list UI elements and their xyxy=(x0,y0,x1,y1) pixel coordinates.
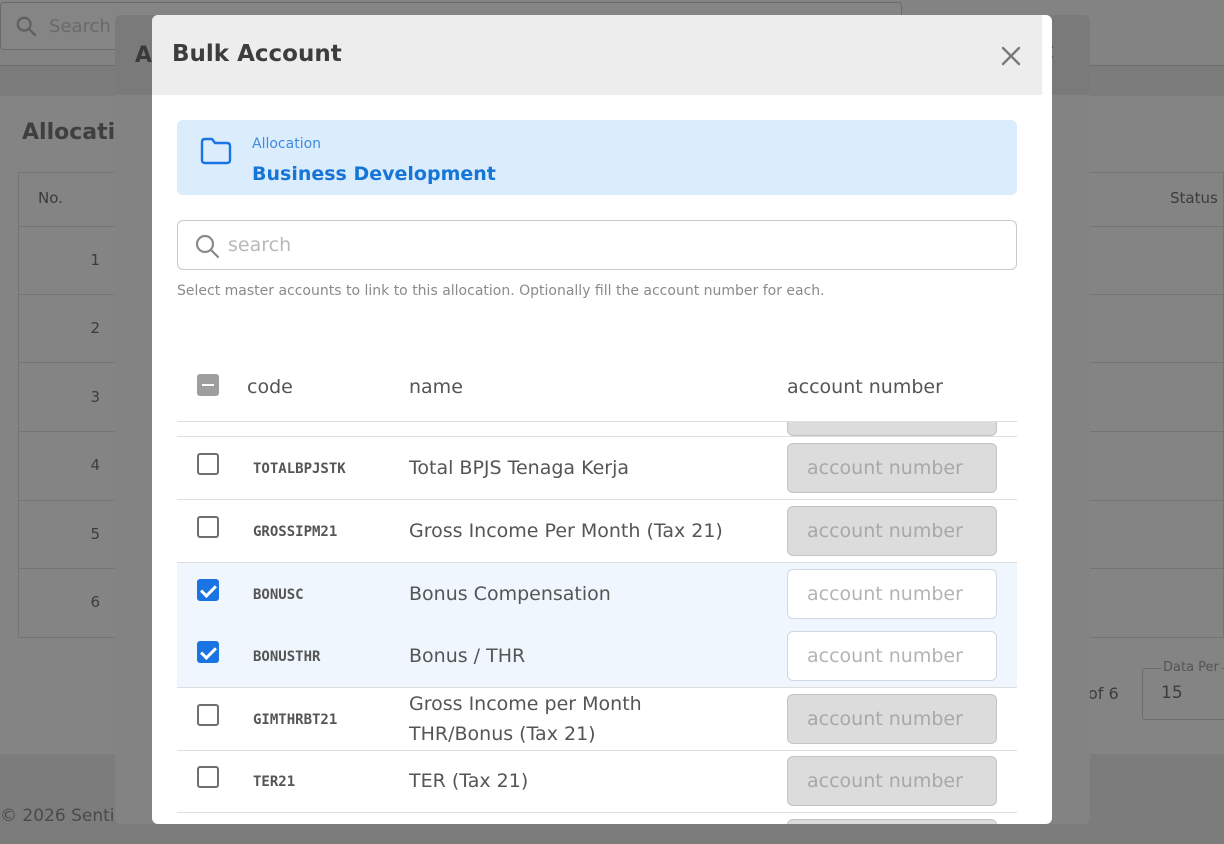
folder-icon xyxy=(200,137,232,165)
column-header-name: name xyxy=(409,376,463,398)
underlying-modal-title: A xyxy=(135,43,153,68)
row-checkbox[interactable] xyxy=(197,453,219,475)
per-page-label: Data Per xyxy=(1161,660,1221,675)
account-number-input[interactable] xyxy=(787,631,997,681)
account-code: BONUSC xyxy=(253,587,304,603)
account-code: BONUSTHR xyxy=(253,649,321,665)
account-number-input[interactable] xyxy=(787,569,997,619)
row-number: 3 xyxy=(90,388,100,406)
account-number-input[interactable] xyxy=(787,443,997,493)
row-number: 6 xyxy=(90,593,100,611)
account-code: GROSSIPM21 xyxy=(253,524,338,540)
helper-text: Select master accounts to link to this a… xyxy=(177,283,825,299)
row-number: 5 xyxy=(90,525,100,543)
column-header-account-number: account number xyxy=(787,376,943,398)
table-row[interactable]: GROSSIPM21 Gross Income Per Month (Tax 2… xyxy=(177,500,1017,563)
table-row[interactable]: BONUSTHR Bonus / THR xyxy=(177,625,1017,688)
row-number: 2 xyxy=(90,319,100,337)
select-all-checkbox[interactable] xyxy=(197,374,219,396)
close-button[interactable] xyxy=(996,41,1026,71)
pagination-text: of 6 xyxy=(1088,684,1119,703)
account-name: Bonus / THR xyxy=(409,645,526,667)
account-code: TER21 xyxy=(253,774,296,790)
table-row xyxy=(177,813,1017,824)
account-name: Total BPJS Tenaga Kerja xyxy=(409,457,630,479)
search-icon xyxy=(16,16,37,37)
allocation-value: Business Development xyxy=(252,163,496,185)
per-page-value: 15 xyxy=(1161,683,1183,703)
account-code: TOTALBPJSTK xyxy=(253,461,346,477)
table-row[interactable]: TOTALBPJSTK Total BPJS Tenaga Kerja xyxy=(177,437,1017,500)
table-row[interactable]: GIMTHRBT21 Gross Income per Month THR/Bo… xyxy=(177,688,1017,751)
table-row xyxy=(177,422,1017,437)
modal-title: Bulk Account xyxy=(172,41,342,67)
row-number: 1 xyxy=(90,251,100,269)
row-checkbox[interactable] xyxy=(197,579,219,601)
search-field[interactable] xyxy=(177,220,1017,270)
account-number-input[interactable] xyxy=(787,694,997,744)
account-number-input[interactable] xyxy=(787,422,997,436)
account-code: GIMTHRBT21 xyxy=(253,712,338,728)
account-name-line-1: Gross Income per Month xyxy=(409,693,642,715)
column-header-status: Status xyxy=(1170,189,1218,207)
account-name: TER (Tax 21) xyxy=(409,770,529,792)
account-list[interactable]: TOTALBPJSTK Total BPJS Tenaga Kerja GROS… xyxy=(177,422,1017,824)
table-header: code name account number xyxy=(177,358,1017,422)
row-checkbox[interactable] xyxy=(197,766,219,788)
row-checkbox[interactable] xyxy=(197,641,219,663)
account-number-input[interactable] xyxy=(787,506,997,556)
row-checkbox[interactable] xyxy=(197,516,219,538)
column-header-no: No. xyxy=(38,189,63,207)
close-icon xyxy=(1001,46,1021,66)
row-checkbox[interactable] xyxy=(197,704,219,726)
table-row[interactable]: TER21 TER (Tax 21) xyxy=(177,750,1017,813)
row-number: 4 xyxy=(90,456,100,474)
modal-header: Bulk Account xyxy=(152,15,1042,95)
allocation-info: Allocation Business Development xyxy=(177,120,1017,195)
account-name-line-2: THR/Bonus (Tax 21) xyxy=(409,723,596,745)
bulk-account-modal: Bulk Account Allocation Business Develop… xyxy=(152,15,1052,824)
allocation-label: Allocation xyxy=(252,136,322,152)
per-page-select: Data Per 15 xyxy=(1142,660,1224,720)
search-icon xyxy=(195,234,220,259)
account-number-input[interactable] xyxy=(787,756,997,806)
account-number-input[interactable] xyxy=(787,819,997,824)
account-name: Bonus Compensation xyxy=(409,583,611,605)
global-search-placeholder: Search xyxy=(49,16,111,37)
table-row[interactable]: BONUSC Bonus Compensation xyxy=(177,563,1017,626)
column-header-code: code xyxy=(247,376,293,398)
account-name: Gross Income Per Month (Tax 21) xyxy=(409,520,723,542)
search-input[interactable] xyxy=(228,229,998,261)
